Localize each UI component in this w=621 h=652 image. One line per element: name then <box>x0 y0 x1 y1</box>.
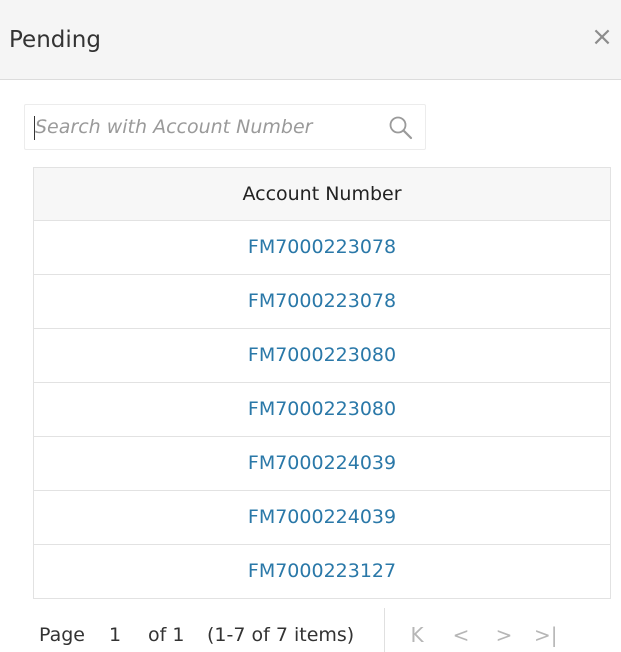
account-number-link[interactable]: FM7000223080 <box>248 398 396 420</box>
account-number-link[interactable]: FM7000223078 <box>248 290 396 312</box>
account-number-link[interactable]: FM7000224039 <box>248 452 396 474</box>
column-header-account-number[interactable]: Account Number <box>34 168 610 221</box>
items-range-label: (1-7 of 7 items) <box>207 624 355 646</box>
search-box <box>24 104 426 150</box>
next-page-icon[interactable]: > <box>493 618 515 652</box>
table-row: FM7000223080 <box>34 383 610 437</box>
account-number-link[interactable]: FM7000223078 <box>248 236 396 258</box>
page-label: Page <box>39 624 85 646</box>
table-row: FM7000223080 <box>34 329 610 383</box>
first-page-icon[interactable]: K <box>406 618 428 652</box>
table-row: FM7000223078 <box>34 221 610 275</box>
pager-divider <box>384 608 385 652</box>
account-number-link[interactable]: FM7000224039 <box>248 506 396 528</box>
account-number-link[interactable]: FM7000223127 <box>248 560 396 582</box>
search-input[interactable] <box>25 105 380 149</box>
table-row: FM7000223078 <box>34 275 610 329</box>
current-page-input[interactable]: 1 <box>109 618 121 652</box>
search-icon[interactable] <box>387 114 415 142</box>
close-icon[interactable]: × <box>589 22 615 52</box>
page-total-label: of 1 <box>148 624 185 646</box>
table-row: FM7000224039 <box>34 437 610 491</box>
pending-dialog: Pending × Account Number FM7000223078 FM7… <box>0 0 621 652</box>
text-caret <box>34 116 35 140</box>
dialog-title: Pending <box>9 27 101 53</box>
last-page-icon[interactable]: >| <box>534 618 558 652</box>
prev-page-icon[interactable]: < <box>450 618 472 652</box>
account-number-link[interactable]: FM7000223080 <box>248 344 396 366</box>
table-row: FM7000224039 <box>34 491 610 545</box>
accounts-table: Account Number FM7000223078 FM7000223078 F… <box>33 167 611 599</box>
table-row: FM7000223127 <box>34 545 610 599</box>
dialog-header: Pending × <box>0 0 621 80</box>
